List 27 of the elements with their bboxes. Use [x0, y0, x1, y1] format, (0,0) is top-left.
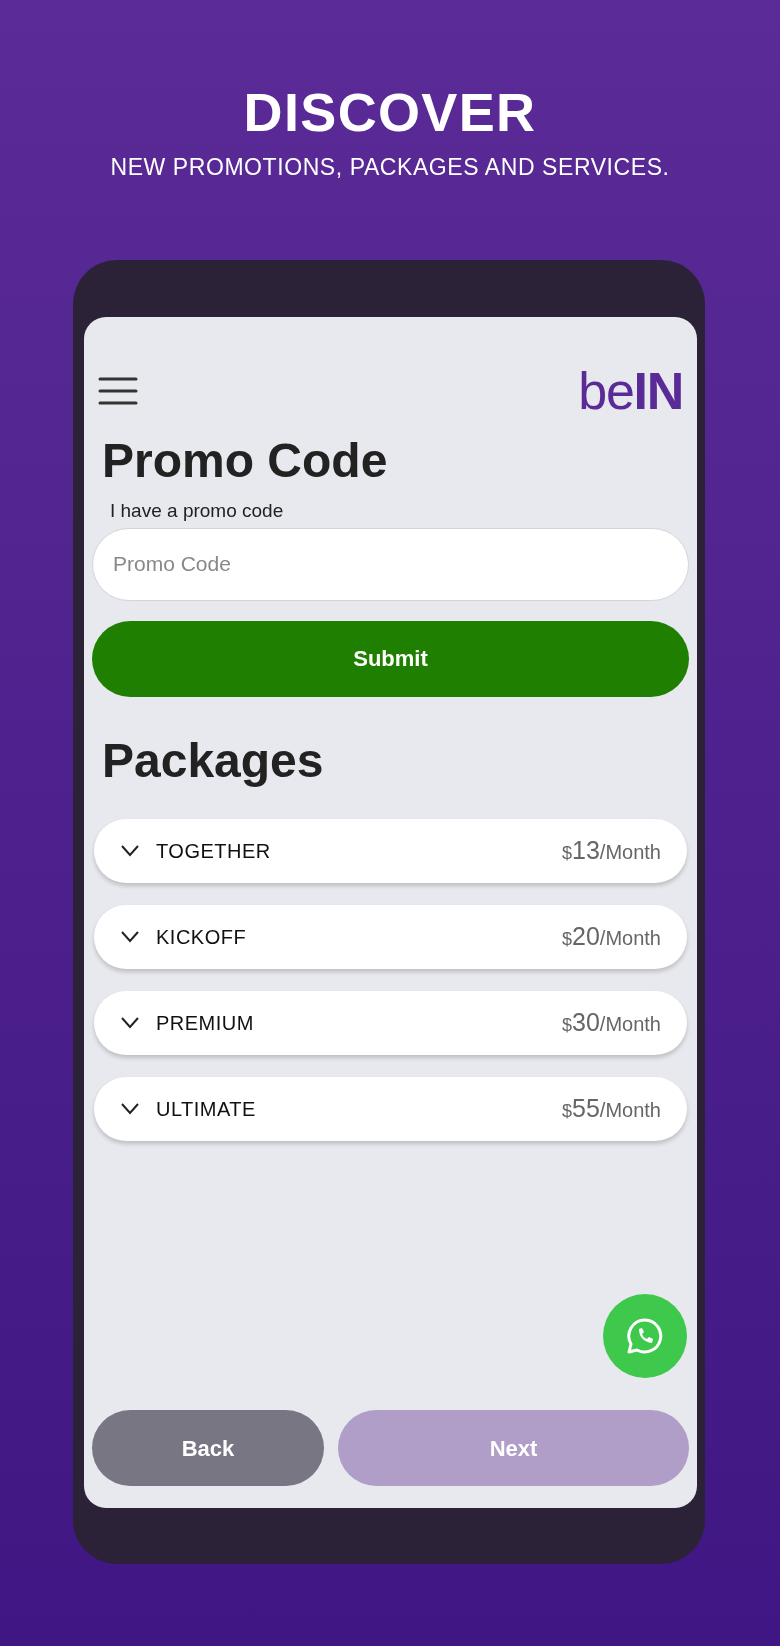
package-row[interactable]: KICKOFF $20/Month — [94, 904, 687, 969]
section-title: Promo Code — [102, 433, 389, 489]
package-price: $55/Month — [562, 1092, 661, 1124]
package-price: $30/Month — [562, 1006, 661, 1038]
package-name: KICKOFF — [156, 924, 247, 950]
package-price: $13/Month — [562, 834, 661, 866]
package-name: ULTIMATE — [156, 1096, 256, 1122]
chevron-icon — [120, 929, 140, 944]
menu-icon[interactable] — [98, 376, 138, 406]
package-row[interactable]: TOGETHER $13/Month — [94, 818, 687, 883]
package-price: $20/Month — [562, 920, 661, 952]
package-row[interactable]: ULTIMATE $55/Month — [94, 1076, 687, 1141]
chevron-icon — [120, 843, 140, 858]
logo: beIN — [578, 363, 683, 419]
chat-bubble-icon — [626, 1317, 664, 1355]
package-name: PREMIUM — [156, 1010, 254, 1036]
field-label: I have a promo code — [110, 499, 285, 523]
section-title: Packages — [102, 732, 325, 789]
submit-button[interactable]: Submit — [92, 620, 689, 697]
package-name: TOGETHER — [156, 838, 271, 864]
subtitle: NEW PROMOTIONS, PACKAGES AND SERVICES. — [110, 153, 670, 182]
promo-code-field[interactable]: Promo Code — [92, 527, 689, 601]
package-row[interactable]: PREMIUM $30/Month — [94, 990, 687, 1055]
headline: DISCOVER — [243, 82, 537, 142]
nav-button[interactable]: Back — [92, 1410, 324, 1486]
chevron-icon — [120, 1015, 140, 1030]
chevron-icon — [120, 1101, 140, 1116]
